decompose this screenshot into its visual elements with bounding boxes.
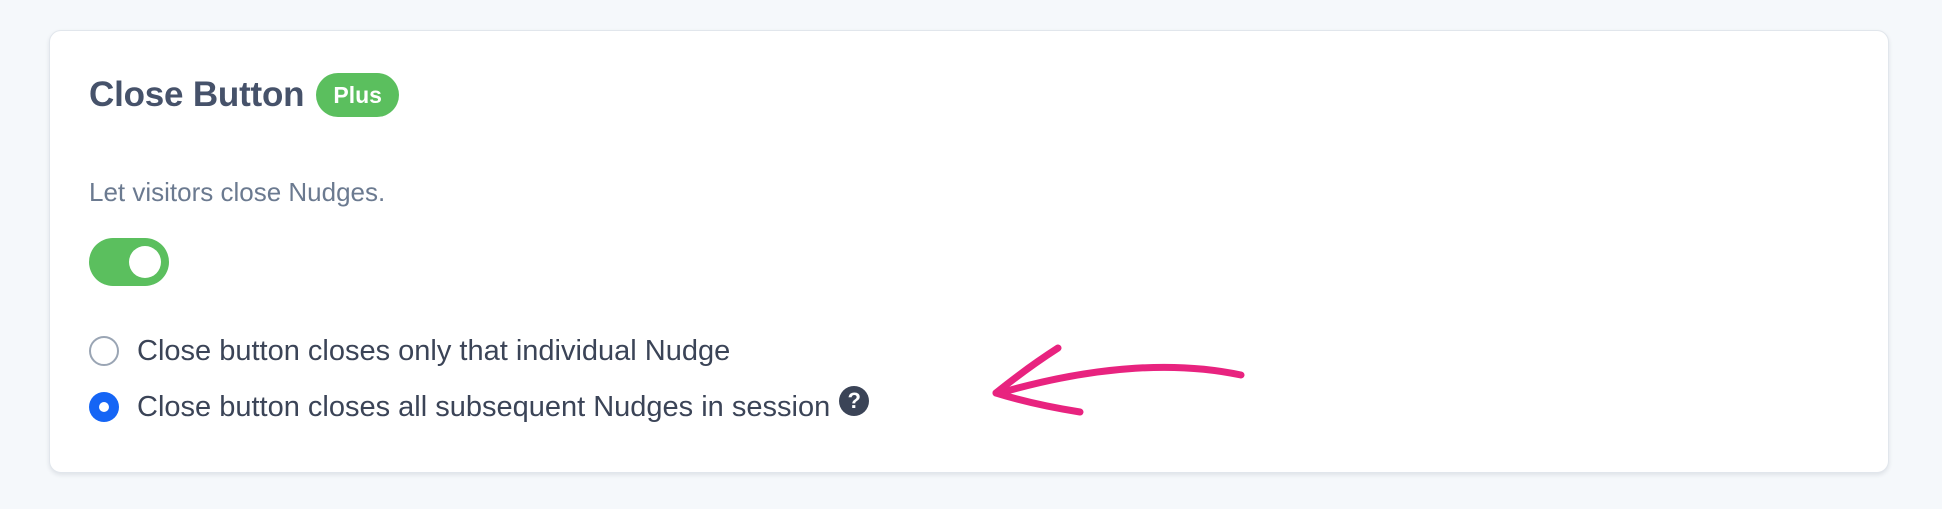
option-label: Close button closes all subsequent Nudge… — [137, 391, 831, 423]
plus-badge: Plus — [316, 73, 399, 117]
option-close-all-nudges[interactable]: Close button closes all subsequent Nudge… — [89, 386, 870, 427]
toggle-knob — [129, 246, 161, 278]
radio-dot — [99, 402, 109, 412]
section-title: Close Button — [89, 75, 305, 114]
close-button-settings-card: Close Button Plus Let visitors close Nud… — [49, 30, 1889, 473]
section-description: Let visitors close Nudges. — [89, 177, 386, 207]
question-circle-icon[interactable]: ? — [839, 386, 870, 416]
option-label: Close button closes only that individual… — [137, 335, 731, 367]
title-row: Close Button Plus — [89, 73, 399, 117]
option-close-individual-nudge[interactable]: Close button closes only that individual… — [89, 331, 730, 371]
radio-checked[interactable] — [89, 392, 119, 422]
radio-unchecked[interactable] — [89, 336, 119, 366]
close-button-toggle[interactable] — [89, 238, 169, 286]
